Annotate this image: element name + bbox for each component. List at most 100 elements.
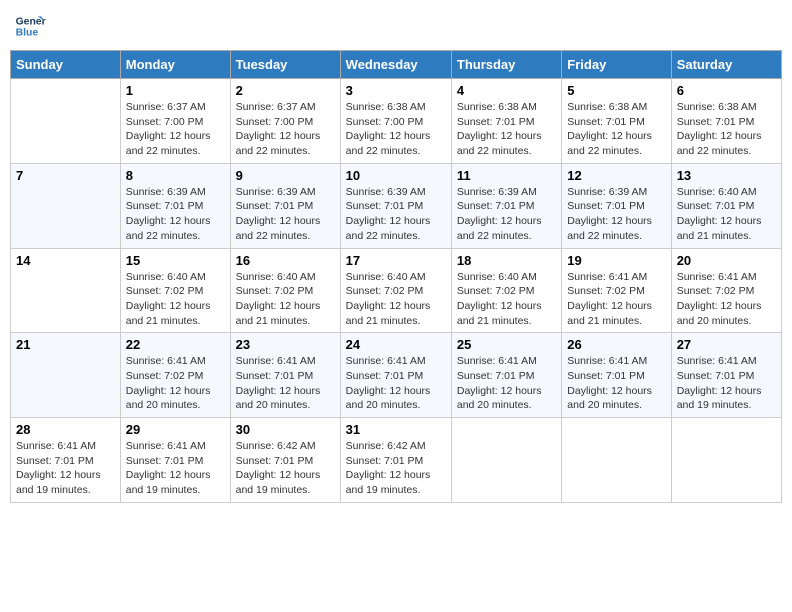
day-detail: Sunrise: 6:40 AM Sunset: 7:02 PM Dayligh… — [346, 270, 446, 329]
day-number: 5 — [567, 83, 665, 98]
day-number: 8 — [126, 168, 225, 183]
day-cell: 15Sunrise: 6:40 AM Sunset: 7:02 PM Dayli… — [120, 248, 230, 333]
day-number: 29 — [126, 422, 225, 437]
day-detail: Sunrise: 6:41 AM Sunset: 7:01 PM Dayligh… — [236, 354, 335, 413]
day-detail: Sunrise: 6:41 AM Sunset: 7:01 PM Dayligh… — [346, 354, 446, 413]
col-header-friday: Friday — [562, 51, 671, 79]
col-header-monday: Monday — [120, 51, 230, 79]
day-number: 22 — [126, 337, 225, 352]
day-cell: 23 Sunrise: 6:41 AM Sunset: 7:01 PM Dayli… — [230, 333, 340, 418]
day-cell: 22 Sunrise: 6:41 AM Sunset: 7:02 PM Dayli… — [120, 333, 230, 418]
day-detail: Sunrise: 6:41 AM Sunset: 7:01 PM Dayligh… — [567, 354, 665, 413]
day-number: 12 — [567, 168, 665, 183]
day-number: 6 — [677, 83, 776, 98]
week-row-4: 21 22 Sunrise: 6:41 AM Sunset: 7:02 PM Day… — [11, 333, 782, 418]
day-number: 30 — [236, 422, 335, 437]
day-number: 27 — [677, 337, 776, 352]
day-cell: 12 Sunrise: 6:39 AM Sunset: 7:01 PM Dayli… — [562, 163, 671, 248]
col-header-sunday: Sunday — [11, 51, 121, 79]
day-number: 4 — [457, 83, 556, 98]
day-number: 9 — [236, 168, 335, 183]
day-cell: 4 Sunrise: 6:38 AM Sunset: 7:01 PM Daylig… — [451, 79, 561, 164]
day-detail: Sunrise: 6:41 AM Sunset: 7:01 PM Dayligh… — [126, 439, 225, 498]
day-detail: Sunrise: 6:39 AM Sunset: 7:01 PM Dayligh… — [457, 185, 556, 244]
day-detail: Sunrise: 6:42 AM Sunset: 7:01 PM Dayligh… — [346, 439, 446, 498]
day-detail: Sunrise: 6:39 AM Sunset: 7:01 PM Dayligh… — [236, 185, 335, 244]
day-cell: 28 Sunrise: 6:41 AM Sunset: 7:01 PM Dayli… — [11, 418, 121, 503]
day-cell — [11, 79, 121, 164]
day-cell: 7 — [11, 163, 121, 248]
day-detail: Sunrise: 6:41 AM Sunset: 7:02 PM Dayligh… — [126, 354, 225, 413]
col-header-saturday: Saturday — [671, 51, 781, 79]
day-number: 17 — [346, 253, 446, 268]
day-detail: Sunrise: 6:38 AM Sunset: 7:00 PM Dayligh… — [346, 100, 446, 159]
day-detail: Sunrise: 6:39 AM Sunset: 7:01 PM Dayligh… — [567, 185, 665, 244]
day-detail: Sunrise: 6:40 AM Sunset: 7:01 PM Dayligh… — [677, 185, 776, 244]
day-number: 19 — [567, 253, 665, 268]
col-header-thursday: Thursday — [451, 51, 561, 79]
header-row: SundayMondayTuesdayWednesdayThursdayFrid… — [11, 51, 782, 79]
day-number: 20 — [677, 253, 776, 268]
day-cell: 21 — [11, 333, 121, 418]
day-cell: 5Sunrise: 6:38 AM Sunset: 7:01 PM Daylig… — [562, 79, 671, 164]
logo-icon: General Blue — [14, 10, 46, 42]
day-number: 18 — [457, 253, 556, 268]
week-row-1: 1Sunrise: 6:37 AM Sunset: 7:00 PM Daylig… — [11, 79, 782, 164]
day-cell: 14 — [11, 248, 121, 333]
svg-text:Blue: Blue — [16, 28, 39, 39]
col-header-tuesday: Tuesday — [230, 51, 340, 79]
day-detail: Sunrise: 6:40 AM Sunset: 7:02 PM Dayligh… — [126, 270, 225, 329]
day-detail: Sunrise: 6:38 AM Sunset: 7:01 PM Dayligh… — [677, 100, 776, 159]
day-cell: 10 Sunrise: 6:39 AM Sunset: 7:01 PM Dayli… — [340, 163, 451, 248]
day-number: 16 — [236, 253, 335, 268]
day-detail: Sunrise: 6:41 AM Sunset: 7:01 PM Dayligh… — [457, 354, 556, 413]
day-number: 11 — [457, 168, 556, 183]
day-cell — [451, 418, 561, 503]
calendar-table: SundayMondayTuesdayWednesdayThursdayFrid… — [10, 50, 782, 503]
day-cell: 8 Sunrise: 6:39 AM Sunset: 7:01 PM Daylig… — [120, 163, 230, 248]
day-number: 23 — [236, 337, 335, 352]
week-row-2: 78 Sunrise: 6:39 AM Sunset: 7:01 PM Dayli… — [11, 163, 782, 248]
day-cell: 20 Sunrise: 6:41 AM Sunset: 7:02 PM Dayli… — [671, 248, 781, 333]
day-number: 31 — [346, 422, 446, 437]
day-number: 21 — [16, 337, 115, 352]
day-cell: 25 Sunrise: 6:41 AM Sunset: 7:01 PM Dayli… — [451, 333, 561, 418]
day-cell: 13 Sunrise: 6:40 AM Sunset: 7:01 PM Dayli… — [671, 163, 781, 248]
day-number: 26 — [567, 337, 665, 352]
day-cell: 26 Sunrise: 6:41 AM Sunset: 7:01 PM Dayli… — [562, 333, 671, 418]
day-detail: Sunrise: 6:41 AM Sunset: 7:02 PM Dayligh… — [677, 270, 776, 329]
day-cell: 11 Sunrise: 6:39 AM Sunset: 7:01 PM Dayli… — [451, 163, 561, 248]
day-cell: 31 Sunrise: 6:42 AM Sunset: 7:01 PM Dayli… — [340, 418, 451, 503]
day-cell: 6 Sunrise: 6:38 AM Sunset: 7:01 PM Daylig… — [671, 79, 781, 164]
day-cell: 24 Sunrise: 6:41 AM Sunset: 7:01 PM Dayli… — [340, 333, 451, 418]
day-detail: Sunrise: 6:38 AM Sunset: 7:01 PM Dayligh… — [457, 100, 556, 159]
day-number: 28 — [16, 422, 115, 437]
day-number: 2 — [236, 83, 335, 98]
day-number: 7 — [16, 168, 115, 183]
day-cell: 18 Sunrise: 6:40 AM Sunset: 7:02 PM Dayli… — [451, 248, 561, 333]
day-detail: Sunrise: 6:40 AM Sunset: 7:02 PM Dayligh… — [457, 270, 556, 329]
day-detail: Sunrise: 6:37 AM Sunset: 7:00 PM Dayligh… — [126, 100, 225, 159]
page-header: General Blue — [10, 10, 782, 42]
day-cell: 19Sunrise: 6:41 AM Sunset: 7:02 PM Dayli… — [562, 248, 671, 333]
day-detail: Sunrise: 6:41 AM Sunset: 7:01 PM Dayligh… — [16, 439, 115, 498]
col-header-wednesday: Wednesday — [340, 51, 451, 79]
day-detail: Sunrise: 6:37 AM Sunset: 7:00 PM Dayligh… — [236, 100, 335, 159]
day-detail: Sunrise: 6:39 AM Sunset: 7:01 PM Dayligh… — [346, 185, 446, 244]
day-cell: 2 Sunrise: 6:37 AM Sunset: 7:00 PM Daylig… — [230, 79, 340, 164]
day-number: 13 — [677, 168, 776, 183]
day-cell: 17 Sunrise: 6:40 AM Sunset: 7:02 PM Dayli… — [340, 248, 451, 333]
day-number: 24 — [346, 337, 446, 352]
day-number: 3 — [346, 83, 446, 98]
day-cell: 27 Sunrise: 6:41 AM Sunset: 7:01 PM Dayli… — [671, 333, 781, 418]
day-number: 10 — [346, 168, 446, 183]
day-cell: 29 Sunrise: 6:41 AM Sunset: 7:01 PM Dayli… — [120, 418, 230, 503]
day-number: 25 — [457, 337, 556, 352]
day-detail: Sunrise: 6:41 AM Sunset: 7:01 PM Dayligh… — [677, 354, 776, 413]
day-number: 14 — [16, 253, 115, 268]
day-cell: 30Sunrise: 6:42 AM Sunset: 7:01 PM Dayli… — [230, 418, 340, 503]
logo: General Blue — [14, 10, 50, 42]
day-detail: Sunrise: 6:39 AM Sunset: 7:01 PM Dayligh… — [126, 185, 225, 244]
day-cell: 16Sunrise: 6:40 AM Sunset: 7:02 PM Dayli… — [230, 248, 340, 333]
day-cell — [671, 418, 781, 503]
